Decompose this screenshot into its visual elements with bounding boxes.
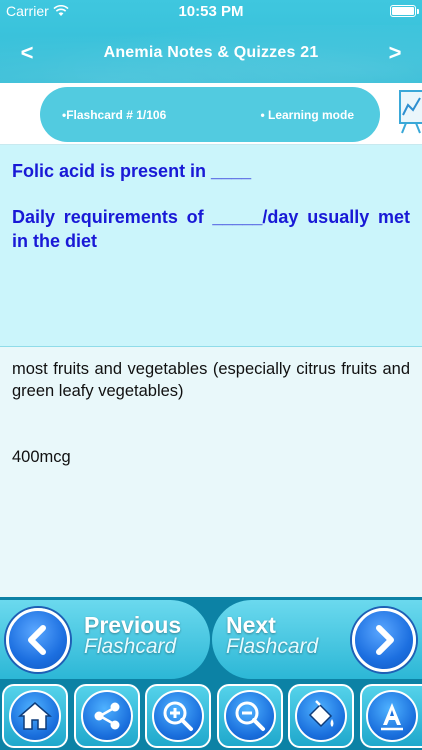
theme-color-button[interactable] (288, 684, 355, 748)
mode-indicator: • Learning mode (260, 107, 354, 122)
back-button[interactable]: < (12, 38, 42, 68)
battery-icon (390, 5, 419, 17)
zoom-out-icon (223, 690, 276, 742)
answer-line-1: most fruits and vegetables (especially c… (12, 360, 410, 400)
answer-line-2: 400mcg (12, 448, 71, 466)
question-panel: Folic acid is present in ____ Daily requ… (0, 145, 422, 347)
share-button[interactable] (73, 684, 140, 748)
flashcard-navigation: Previous Flashcard Next Flashcard (0, 597, 422, 682)
previous-flashcard-label: Previous Flashcard (84, 614, 181, 658)
question-line-1: Folic acid is present in ____ (12, 161, 252, 181)
next-flashcard-button[interactable]: Next Flashcard (212, 600, 422, 679)
next-label-main: Next (226, 612, 276, 638)
chevron-left-icon (6, 608, 70, 672)
answer-panel: most fruits and vegetables (especially c… (0, 347, 422, 597)
page-title: Anemia Notes & Quizzes 21 (103, 43, 319, 61)
bottom-toolbar (0, 682, 422, 750)
flashcard-info-pill: •Flashcard # 1/106 • Learning mode (40, 87, 380, 142)
share-icon (80, 690, 133, 742)
status-time: 10:53 PM (178, 2, 244, 20)
home-button[interactable] (2, 684, 68, 748)
forward-button[interactable]: > (380, 38, 410, 68)
battery-level (392, 7, 414, 15)
next-label-sub: Flashcard (226, 635, 319, 658)
flashcard-counter: •Flashcard # 1/106 (62, 107, 167, 122)
font-icon (365, 690, 418, 742)
home-icon (9, 690, 61, 742)
font-button[interactable] (359, 684, 422, 748)
zoom-in-icon (152, 690, 205, 742)
chart-thumbnail-icon (399, 90, 422, 134)
question-line-2: Daily requirements of _____/day usually … (12, 207, 410, 251)
previous-flashcard-button[interactable]: Previous Flashcard (0, 600, 210, 679)
chevron-right-icon (352, 608, 416, 672)
next-flashcard-label: Next Flashcard (226, 614, 318, 658)
status-bar: Carrier 10:53 PM (0, 0, 422, 22)
zoom-out-button[interactable] (216, 684, 283, 748)
header: Carrier 10:53 PM < Anemia Notes & Quizze… (0, 0, 422, 83)
zoom-in-button[interactable] (145, 684, 212, 748)
navigation-bar: < Anemia Notes & Quizzes 21 > (0, 22, 422, 83)
previous-label-main: Previous (84, 612, 182, 638)
info-strip: •Flashcard # 1/106 • Learning mode (0, 83, 422, 145)
paint-bucket-icon (295, 690, 348, 742)
previous-label-sub: Flashcard (84, 635, 177, 658)
